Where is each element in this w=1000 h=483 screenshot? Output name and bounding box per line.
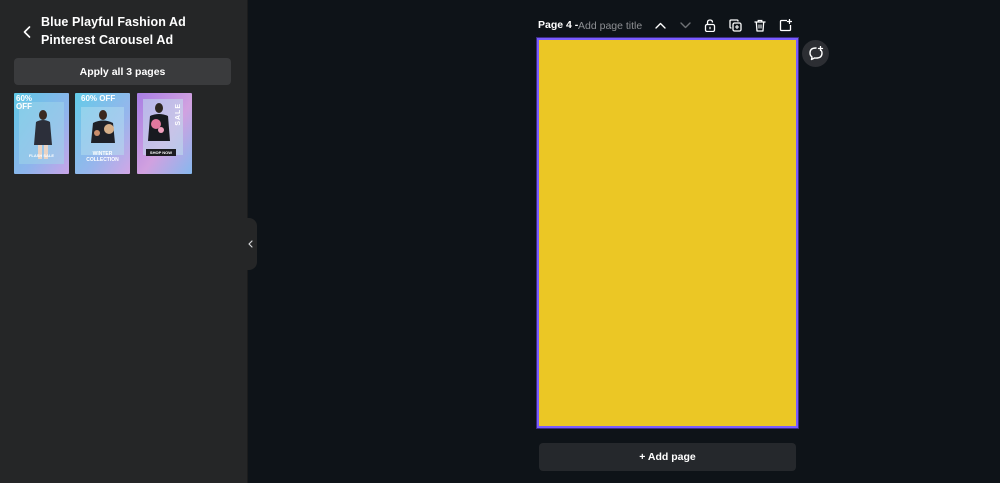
template-title: Blue Playful Fashion Ad Pinterest Carous… [41,15,186,47]
panel-header: Blue Playful Fashion Ad Pinterest Carous… [14,12,240,52]
editor-app: Blue Playful Fashion Ad Pinterest Carous… [0,0,1000,483]
lock-icon [704,19,716,32]
lock-page-button[interactable] [702,17,718,34]
add-comment-button[interactable] [802,40,829,67]
chevron-left-icon [248,240,253,248]
page-number-label: Page 4 - [538,19,578,31]
template-thumbnail-2[interactable]: 60% OFF WINTER COLLECTION [75,93,130,174]
comment-add-icon [808,46,823,61]
add-page-icon [779,19,792,32]
thumbnail-image [137,93,192,174]
chevron-up-icon [654,22,666,29]
page-number: Page 4 [538,19,572,31]
add-page-toolbar-button[interactable] [777,17,793,34]
apply-all-pages-button[interactable]: Apply all 3 pages [14,58,231,85]
delete-page-button[interactable] [752,17,768,34]
trash-icon [754,19,766,32]
back-button[interactable] [20,24,34,40]
thumbnail-caption: SHOP NOW [149,150,173,155]
duplicate-page-button[interactable] [727,17,743,34]
thumbnail-headline: 60% OFF [81,94,116,103]
collapse-panel-button[interactable] [244,218,257,270]
thumbnail-headline: 60% OFF [16,94,33,111]
template-thumbnail-1[interactable]: 60% OFF FLASH SALE [14,93,69,174]
template-thumbnail-3[interactable]: SALE SHOP NOW [137,93,192,174]
move-page-down-button[interactable] [677,17,693,34]
page-title-input[interactable] [578,17,658,34]
move-page-up-button[interactable] [652,17,668,34]
template-panel: Blue Playful Fashion Ad Pinterest Carous… [0,0,248,483]
chevron-down-icon [679,22,691,29]
thumbnail-headline: SALE [175,103,182,126]
thumbnail-caption: FLASH SALE [28,153,55,158]
design-page-canvas[interactable] [537,38,798,428]
thumbnail-caption: WINTER COLLECTION [86,151,119,163]
chevron-left-icon [23,26,31,38]
duplicate-icon [728,19,742,32]
page-toolbar: Page 4 - [538,17,798,35]
add-page-button[interactable]: + Add page [539,443,796,471]
